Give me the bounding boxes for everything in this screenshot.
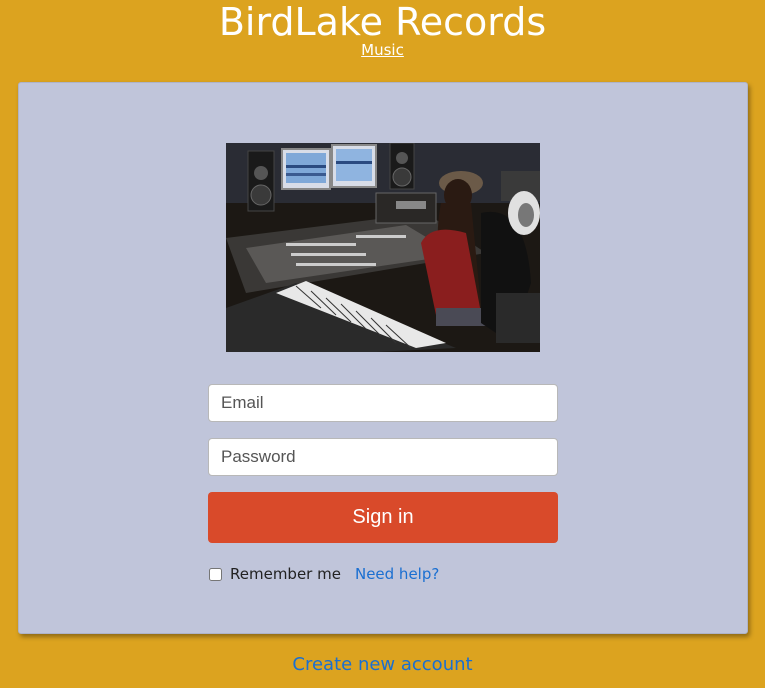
- login-card: Sign in Remember me Need help?: [18, 82, 748, 634]
- email-field[interactable]: [208, 384, 558, 422]
- sign-in-button[interactable]: Sign in: [208, 492, 558, 543]
- site-title: BirdLake Records: [218, 0, 547, 44]
- password-field[interactable]: [208, 438, 558, 476]
- music-link[interactable]: Music: [361, 41, 404, 59]
- remember-me-label: Remember me: [230, 565, 341, 583]
- remember-me-checkbox[interactable]: [209, 567, 222, 581]
- music-link-container: Music: [0, 40, 765, 60]
- create-account-container: Create new account: [0, 654, 765, 675]
- need-help-link[interactable]: Need help?: [355, 565, 439, 583]
- remember-row: Remember me Need help?: [208, 563, 439, 585]
- studio-photo: [226, 143, 540, 352]
- create-account-link[interactable]: Create new account: [292, 654, 472, 675]
